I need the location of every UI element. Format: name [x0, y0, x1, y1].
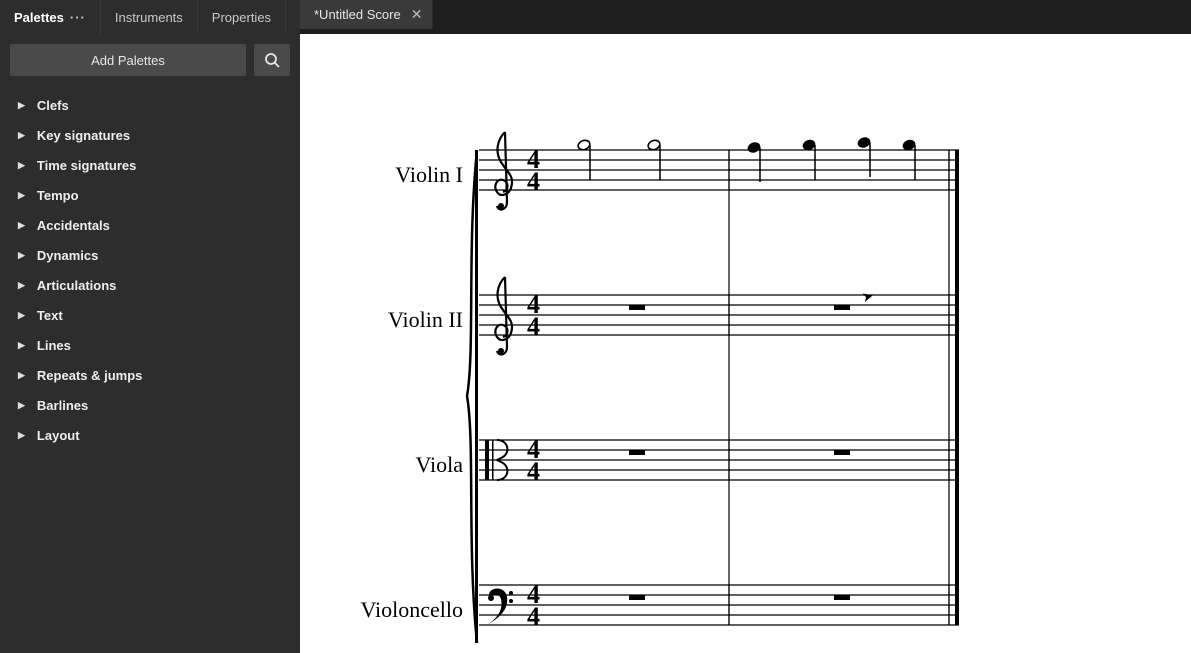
chevron-right-icon: ▶: [18, 370, 25, 381]
palette-item-repeats-jumps[interactable]: ▶ Repeats & jumps: [0, 360, 300, 390]
palette-item-label: Accidentals: [37, 218, 110, 233]
chevron-right-icon: ▶: [18, 220, 25, 231]
palette-item-clefs[interactable]: ▶ Clefs: [0, 90, 300, 120]
palette-item-layout[interactable]: ▶ Layout: [0, 420, 300, 450]
instrument-label: Violin II: [388, 307, 463, 333]
palette-list: ▶Clefs ▶Key signatures ▶Time signatures …: [0, 86, 300, 454]
palette-item-label: Barlines: [37, 398, 88, 413]
palette-item-time-signatures[interactable]: ▶ Time signatures: [0, 150, 300, 180]
chevron-right-icon: ▶: [18, 400, 25, 411]
close-icon[interactable]: ✕: [411, 6, 423, 23]
palette-item-label: Repeats & jumps: [37, 368, 142, 383]
palette-item-label: Text: [37, 308, 63, 323]
search-button[interactable]: [254, 44, 290, 76]
tab-palettes[interactable]: Palettes ···: [0, 0, 101, 34]
palette-item-label: Key signatures: [37, 128, 130, 143]
palette-item-label: Dynamics: [37, 248, 98, 263]
chevron-right-icon: ▶: [18, 310, 25, 321]
chevron-right-icon: ▶: [18, 430, 25, 441]
palette-item-label: Layout: [37, 428, 80, 443]
chevron-right-icon: ▶: [18, 190, 25, 201]
instrument-label: Violin I: [395, 162, 463, 188]
palettes-panel: Add Palettes ▶ Clefs ▶ Key signatures ▶ Tim…: [0, 34, 300, 653]
chevron-right-icon: ▶: [18, 280, 25, 291]
chevron-right-icon: ▶: [18, 250, 25, 261]
tab-properties[interactable]: Properties: [198, 0, 286, 34]
palette-item-label: Time signatures: [37, 158, 136, 173]
document-tabs: *Untitled Score ✕: [300, 0, 1191, 34]
palette-item-label: Articulations: [37, 278, 116, 293]
tab-properties-label: Properties: [212, 10, 271, 25]
document-tab-title: *Untitled Score: [314, 7, 401, 22]
palette-item-tempo[interactable]: ▶ Tempo: [0, 180, 300, 210]
palette-item-label: Tempo: [37, 188, 79, 203]
palette-item-barlines[interactable]: ▶ Barlines: [0, 390, 300, 420]
palette-item-accidentals[interactable]: ▶ Accidentals: [0, 210, 300, 240]
document-tab[interactable]: *Untitled Score ✕: [300, 0, 433, 29]
instrument-label: Violoncello: [360, 597, 463, 623]
palette-item-lines[interactable]: ▶ Lines: [0, 330, 300, 360]
tab-palettes-menu-icon[interactable]: ···: [70, 10, 86, 25]
add-palettes-button[interactable]: Add Palettes: [10, 44, 246, 76]
tab-palettes-label: Palettes: [14, 10, 64, 25]
chevron-right-icon: ▶: [18, 340, 25, 351]
chevron-right-icon: ▶: [18, 100, 25, 111]
chevron-right-icon: ▶: [18, 160, 25, 171]
palette-item-text[interactable]: ▶ Text: [0, 300, 300, 330]
tab-instruments[interactable]: Instruments: [101, 0, 198, 34]
tab-instruments-label: Instruments: [115, 10, 183, 25]
chevron-right-icon: ▶: [18, 130, 25, 141]
system-barline: [475, 150, 478, 643]
palette-item-label: Clefs: [37, 98, 69, 113]
score-canvas[interactable]: Violin I 4 4: [300, 34, 1191, 653]
palette-item-articulations[interactable]: ▶ Articulations: [0, 270, 300, 300]
palette-item-key-signatures[interactable]: ▶ Key signatures: [0, 120, 300, 150]
panel-tabs: Palettes ··· Instruments Properties: [0, 0, 300, 34]
instrument-label: Viola: [415, 452, 463, 478]
search-icon: [264, 52, 280, 68]
palette-item-dynamics[interactable]: ▶ Dynamics: [0, 240, 300, 270]
palette-item-label: Lines: [37, 338, 71, 353]
